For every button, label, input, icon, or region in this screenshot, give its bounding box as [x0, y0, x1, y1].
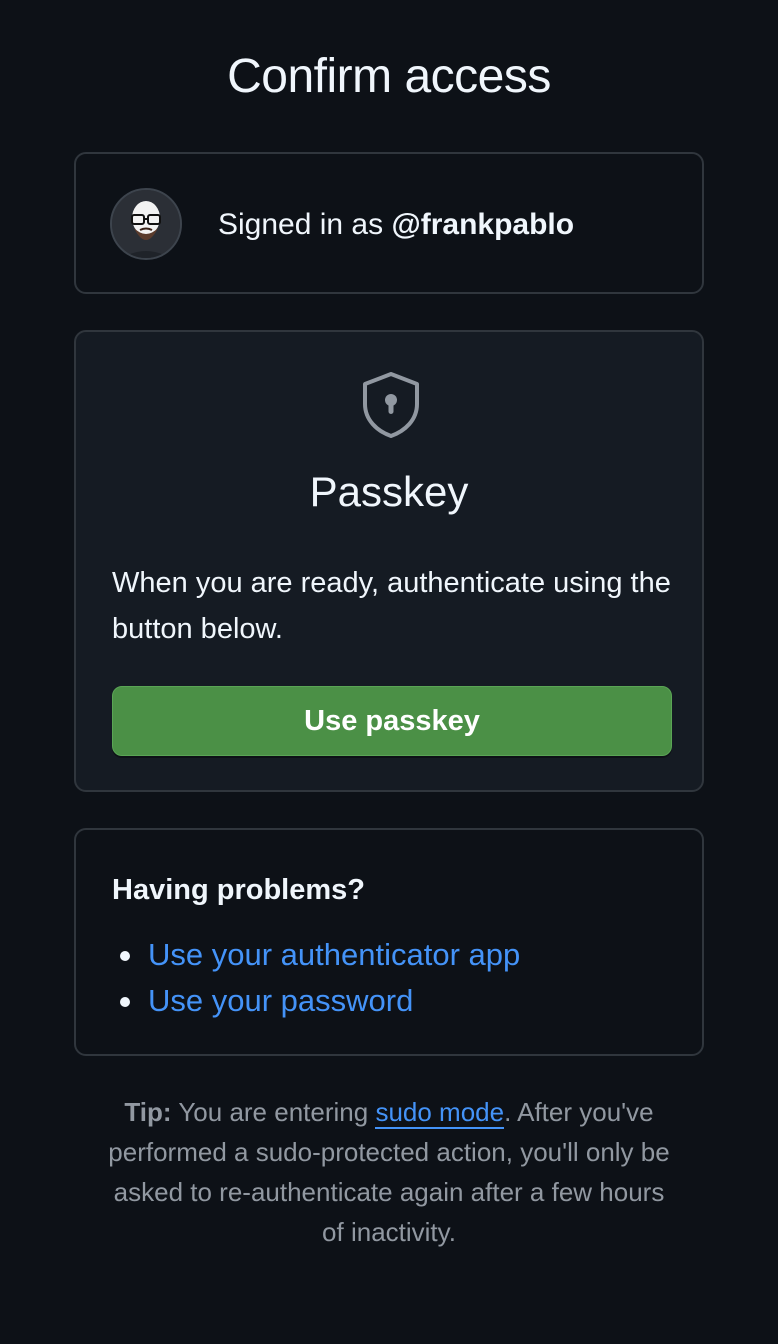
sudo-mode-link[interactable]: sudo mode [375, 1097, 505, 1129]
list-item: Use your password [112, 978, 520, 1024]
signed-in-prefix: Signed in as [218, 208, 384, 241]
confirm-access-page: Confirm access Signed in as @frankpablo [0, 0, 778, 1344]
username: @frankpablo [391, 208, 575, 241]
list-item: Use your authenticator app [112, 932, 520, 978]
password-link[interactable]: Use your password [148, 983, 413, 1018]
problems-title: Having problems? [112, 874, 365, 906]
sudo-tip: Tip: You are entering sudo mode. After y… [100, 1092, 678, 1252]
bullet-icon [120, 951, 130, 961]
passkey-card: Passkey When you are ready, authenticate… [74, 330, 704, 792]
authenticator-app-link[interactable]: Use your authenticator app [148, 937, 520, 972]
page-title: Confirm access [227, 50, 551, 103]
signed-in-card: Signed in as @frankpablo [74, 152, 704, 294]
use-passkey-button[interactable]: Use passkey [112, 686, 672, 756]
passkey-description: When you are ready, authenticate using t… [112, 567, 671, 645]
tip-text-before: You are entering [178, 1097, 369, 1127]
user-avatar-icon [112, 190, 180, 258]
bullet-icon [120, 997, 130, 1007]
having-problems-card: Having problems? Use your authenticator … [74, 828, 704, 1056]
signed-in-text: Signed in as @frankpablo [218, 206, 574, 244]
tip-label: Tip: [124, 1097, 172, 1127]
shield-lock-icon [363, 372, 419, 438]
passkey-title: Passkey [309, 468, 469, 515]
problems-list: Use your authenticator app Use your pass… [112, 932, 520, 1024]
avatar [110, 188, 182, 260]
